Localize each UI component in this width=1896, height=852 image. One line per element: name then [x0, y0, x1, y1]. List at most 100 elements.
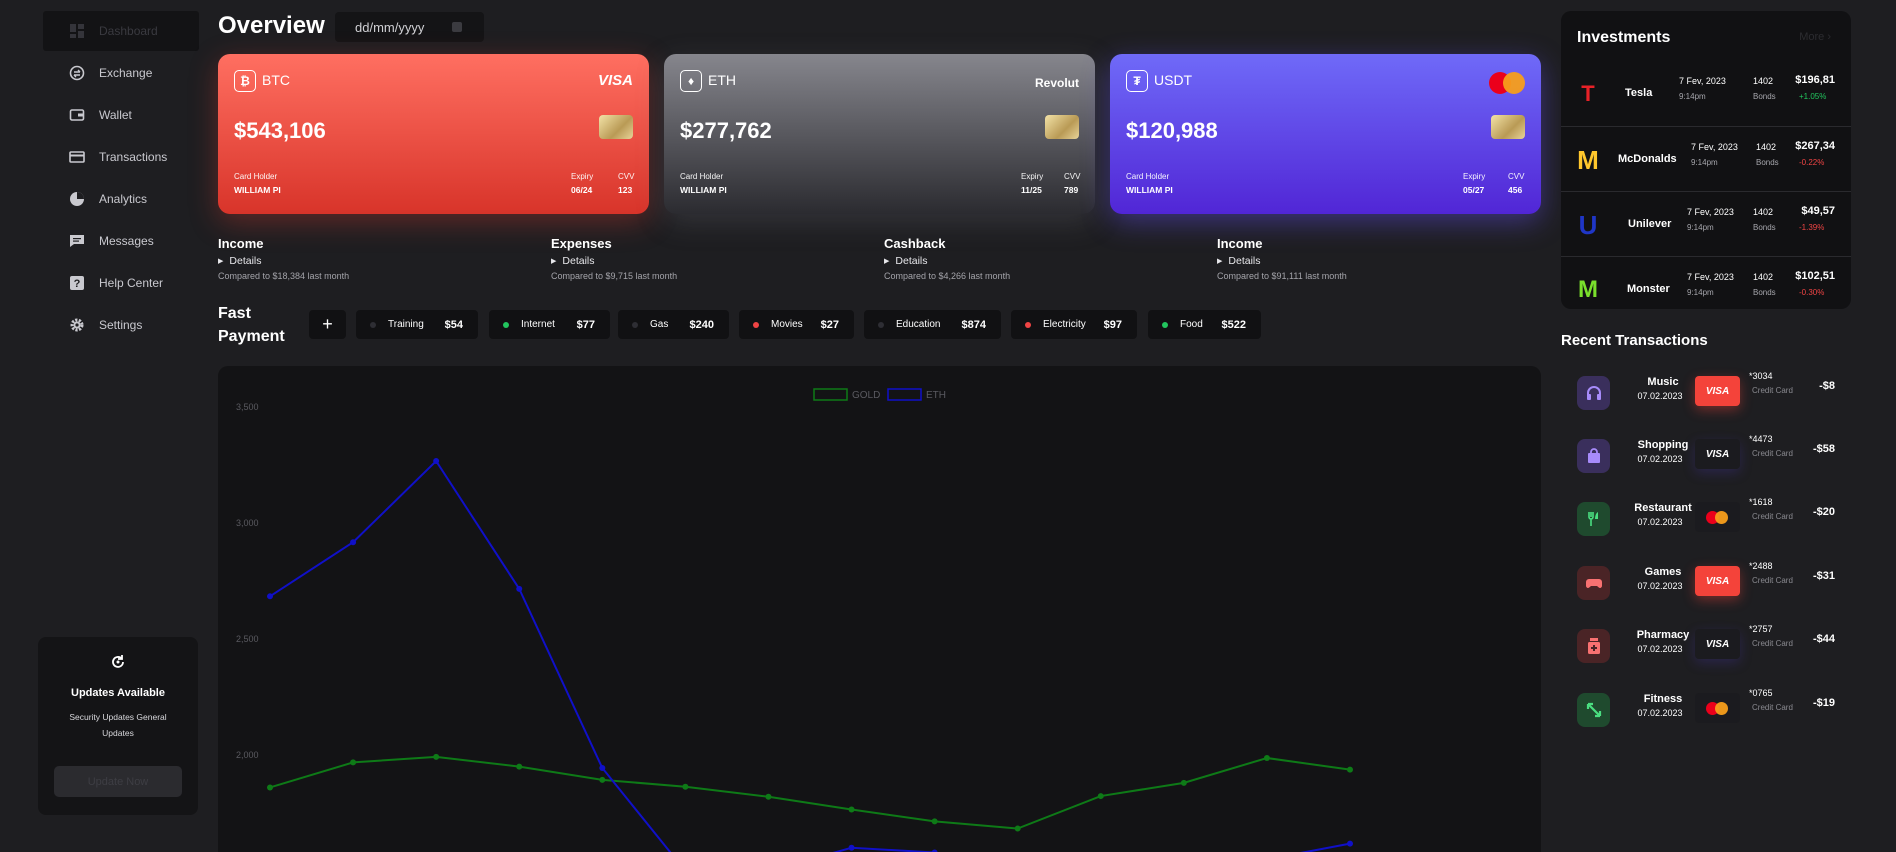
fast-payment-chip[interactable]: Food $522 — [1148, 310, 1261, 339]
series-line — [269, 459, 1351, 852]
card-coin: USDT — [1154, 72, 1193, 88]
help-icon: ? — [69, 275, 85, 291]
transaction-card-type: Credit Card — [1752, 576, 1793, 585]
fast-payment-chip[interactable]: Training $54 — [356, 310, 478, 339]
card-btc[interactable]: ₿ BTC VISA $543,106 Card Holder WILLIAM … — [218, 54, 649, 214]
summary-expenses: Expenses Details Compared to $9,715 last… — [551, 236, 851, 281]
investment-row[interactable]: U Unilever 7 Fev, 2023 9:14pm 1402 Bonds… — [1561, 191, 1851, 256]
expand-arrows-icon — [1577, 693, 1610, 727]
more-link[interactable]: More › — [1799, 31, 1831, 43]
transaction-row[interactable]: Shopping 07.02.2023 VISA *4473 Credit Ca… — [1577, 434, 1847, 477]
visa-card-icon: VISA — [1695, 629, 1740, 659]
legend-swatch — [887, 388, 922, 401]
transaction-card-number: *0765 — [1749, 688, 1773, 698]
investment-change: -1.39% — [1799, 223, 1825, 232]
fast-payment-chip[interactable]: Movies $27 — [739, 310, 854, 339]
data-point — [765, 793, 772, 800]
chart-panel: 3,500 3,000 2,500 2,000 GOLD ETH — [218, 366, 1541, 852]
sidebar-item-dashboard[interactable]: Dashboard — [43, 11, 199, 51]
gear-icon — [69, 317, 85, 333]
series-line — [269, 755, 1351, 830]
investment-row[interactable]: M McDonalds 7 Fev, 2023 9:14pm 1402 Bond… — [1561, 126, 1851, 191]
investment-row[interactable]: M Monster 7 Fev, 2023 9:14pm 1402 Bonds … — [1561, 256, 1851, 309]
transaction-row[interactable]: Games 07.02.2023 VISA *2488 Credit Card … — [1577, 561, 1847, 604]
chip-amount: $522 — [1221, 318, 1246, 331]
date-input[interactable]: dd/mm/yyyy — [335, 12, 484, 42]
sidebar-item-transactions[interactable]: Transactions — [43, 137, 199, 177]
mastercard-icon — [1695, 502, 1740, 532]
chip-amount: $77 — [576, 318, 595, 331]
transaction-date: 07.02.2023 — [1637, 644, 1683, 654]
sidebar-item-settings[interactable]: Settings — [43, 305, 199, 345]
transaction-date: 07.02.2023 — [1637, 391, 1683, 401]
investment-row[interactable]: T Tesla 7 Fev, 2023 9:14pm 1402 Bonds $1… — [1561, 61, 1851, 126]
card-eth[interactable]: ♦ ETH Revolut $277,762 Card Holder WILLI… — [664, 54, 1095, 214]
data-point — [848, 806, 855, 813]
investment-name: Unilever — [1628, 218, 1672, 230]
updates-text: Security Updates General Updates — [69, 712, 167, 738]
fast-payment-title-line1: Fast — [218, 305, 251, 322]
refresh-icon — [109, 653, 127, 671]
chip-amount: $54 — [444, 318, 463, 331]
update-now-button[interactable]: Update Now — [54, 766, 182, 797]
data-point — [682, 783, 689, 790]
sidebar-item-exchange[interactable]: Exchange — [43, 53, 199, 93]
transaction-row[interactable]: Pharmacy 07.02.2023 VISA *2757 Credit Ca… — [1577, 624, 1847, 667]
sidebar-item-label: Dashboard — [99, 24, 158, 38]
status-dot — [1162, 321, 1168, 328]
sidebar-item-label: Settings — [99, 318, 143, 332]
add-payment-button[interactable]: + — [309, 310, 346, 339]
details-toggle[interactable]: Details — [551, 255, 851, 267]
data-point — [1263, 755, 1270, 762]
ethereum-icon: ♦ — [680, 70, 702, 92]
dashboard-icon — [69, 23, 85, 39]
fast-payment-chip[interactable]: Gas $240 — [618, 310, 729, 339]
date-placeholder: dd/mm/yyyy — [355, 19, 425, 35]
shopping-bag-icon — [1577, 439, 1610, 473]
calendar-icon[interactable] — [452, 22, 462, 32]
sidebar-item-analytics[interactable]: Analytics — [43, 179, 199, 219]
chip-label: Movies — [771, 319, 803, 330]
transaction-row[interactable]: Fitness 07.02.2023 *0765 Credit Card -$1… — [1577, 688, 1847, 731]
card-cvv-label: CVV — [618, 172, 635, 181]
card-cvv-label: CVV — [1508, 172, 1525, 181]
sidebar-item-messages[interactable]: Messages — [43, 221, 199, 261]
fast-payment-chip[interactable]: Internet $77 — [489, 310, 610, 339]
investment-date: 7 Fev, 2023 — [1687, 272, 1734, 282]
mastercard-icon — [1695, 693, 1740, 723]
fast-payment-title-line2: Payment — [218, 328, 285, 345]
details-toggle[interactable]: Details — [884, 255, 1184, 267]
details-toggle[interactable]: Details — [218, 255, 518, 267]
transaction-name: Pharmacy — [1636, 629, 1690, 641]
headphones-icon — [1577, 376, 1610, 410]
transaction-row[interactable]: Restaurant 07.02.2023 *1618 Credit Card … — [1577, 497, 1847, 540]
status-dot — [753, 321, 759, 328]
investment-number: 1402 — [1753, 272, 1774, 282]
chip-amount: $97 — [1103, 318, 1122, 331]
visa-card-icon: VISA — [1695, 566, 1740, 596]
investments-panel: Investments More › T Tesla 7 Fev, 2023 9… — [1561, 11, 1851, 309]
data-point — [516, 585, 523, 592]
fast-payment-title: Fast Payment — [218, 302, 285, 348]
details-toggle[interactable]: Details — [1217, 255, 1517, 267]
transaction-amount: -$8 — [1819, 380, 1835, 392]
card-usdt[interactable]: ₮ USDT $120,988 Card Holder WILLIAM PI E… — [1110, 54, 1541, 214]
mastercard-logo — [1489, 72, 1525, 94]
transaction-amount: -$20 — [1812, 506, 1835, 518]
sidebar-item-wallet[interactable]: Wallet — [43, 95, 199, 135]
summary-compare: Compared to $91,111 last month — [1217, 271, 1347, 281]
legend-swatch — [813, 388, 848, 401]
fast-payment-chip[interactable]: Electricity $97 — [1011, 310, 1137, 339]
card-expiry: 05/27 — [1463, 185, 1485, 195]
fast-payment-chip[interactable]: Education $874 — [864, 310, 1001, 339]
summary-compare: Compared to $18,384 last month — [218, 271, 350, 281]
sidebar-item-help-center[interactable]: ? Help Center — [43, 263, 199, 303]
transaction-row[interactable]: Music 07.02.2023 VISA *3034 Credit Card … — [1577, 371, 1847, 414]
transaction-name: Shopping — [1637, 439, 1689, 451]
chip-label: Electricity — [1043, 319, 1086, 330]
summary-title: Income — [1217, 236, 1263, 251]
data-point — [599, 776, 606, 783]
updates-card: Updates Available Security Updates Gener… — [38, 637, 198, 815]
chip-label: Internet — [521, 319, 555, 330]
data-point — [350, 759, 357, 766]
